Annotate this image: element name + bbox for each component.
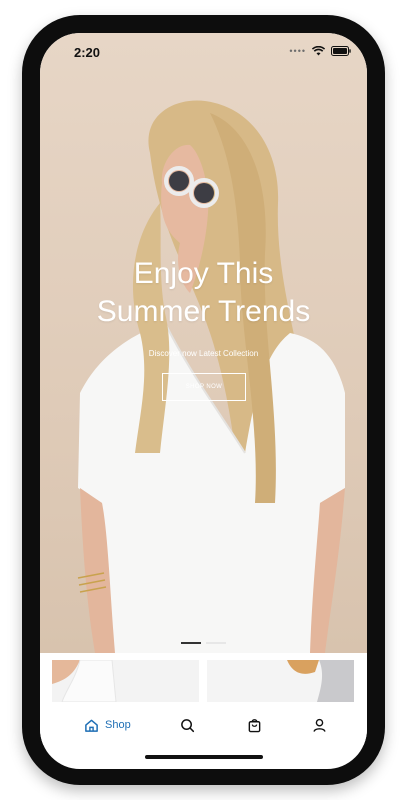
status-bar: 2:20 •••• bbox=[40, 33, 367, 73]
home-indicator[interactable] bbox=[145, 755, 263, 759]
nav-item-shop[interactable]: Shop bbox=[84, 713, 131, 737]
nav-label-shop: Shop bbox=[105, 719, 131, 731]
wifi-icon bbox=[312, 46, 325, 56]
battery-icon bbox=[331, 46, 351, 56]
status-time: 2:20 bbox=[74, 45, 101, 60]
product-image bbox=[52, 660, 199, 702]
search-icon bbox=[181, 718, 195, 732]
nav-item-profile[interactable] bbox=[312, 713, 327, 737]
nav-item-cart[interactable] bbox=[247, 713, 262, 737]
hero-banner[interactable]: 2:20 •••• Enjoy This Summer Trends Disco… bbox=[40, 33, 367, 653]
shopping-bag-icon bbox=[248, 718, 261, 732]
bottom-navigation: Shop bbox=[40, 705, 367, 745]
hero-model-image bbox=[77, 100, 345, 653]
hero-title: Enjoy This Summer Trends bbox=[40, 255, 367, 331]
app-screen: 2:20 •••• Enjoy This Summer Trends Disco… bbox=[40, 33, 367, 769]
carousel-pager bbox=[181, 642, 226, 644]
product-image bbox=[207, 660, 354, 702]
profile-icon bbox=[313, 718, 326, 732]
hero-subtitle: Discover now Latest Collection bbox=[148, 349, 259, 358]
hero-title-line1: Enjoy This bbox=[133, 257, 274, 290]
shop-now-button[interactable]: SHOP NOW bbox=[162, 373, 246, 401]
signal-dots-icon: •••• bbox=[289, 46, 306, 56]
product-card[interactable] bbox=[52, 660, 199, 702]
home-icon bbox=[85, 719, 98, 732]
hero-title-line2: Summer Trends bbox=[96, 295, 311, 328]
status-icons: •••• bbox=[289, 46, 351, 56]
pager-dot[interactable] bbox=[206, 642, 226, 644]
pager-dot-active[interactable] bbox=[181, 642, 201, 644]
product-strip bbox=[52, 660, 355, 702]
product-card[interactable] bbox=[207, 660, 354, 702]
nav-item-search[interactable] bbox=[180, 713, 195, 737]
